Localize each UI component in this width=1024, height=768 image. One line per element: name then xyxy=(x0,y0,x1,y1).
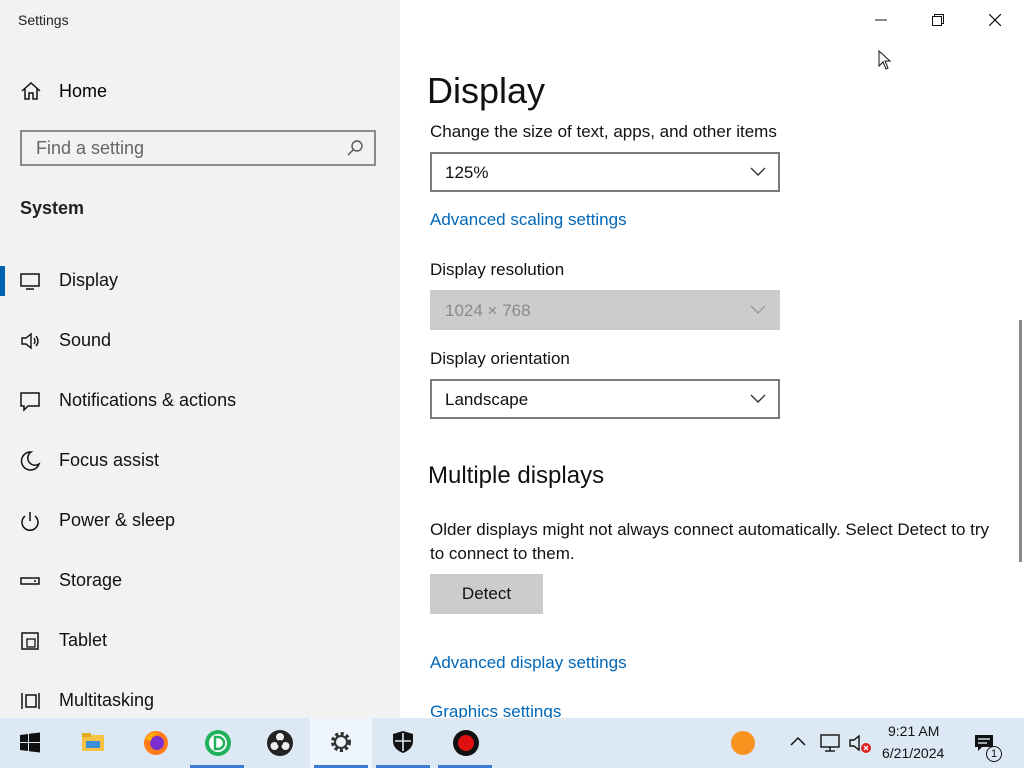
network-icon xyxy=(820,734,840,752)
sidebar-item-label: Focus assist xyxy=(59,450,160,470)
mouse-cursor-icon xyxy=(878,50,892,70)
sidebar-home[interactable]: Home xyxy=(0,70,400,114)
sidebar-item-notifications[interactable]: Notifications & actions xyxy=(0,376,400,426)
taskbar-recorder[interactable] xyxy=(434,718,496,768)
volume-muted-icon xyxy=(849,734,871,753)
active-indicator xyxy=(0,266,5,296)
window-title: Settings xyxy=(18,12,69,28)
chevron-down-icon xyxy=(750,305,766,314)
sidebar-item-label: Storage xyxy=(59,570,123,590)
obs-icon xyxy=(267,730,293,756)
search-box[interactable] xyxy=(20,130,376,166)
monitor-icon xyxy=(20,273,40,290)
orientation-value: Landscape xyxy=(445,390,529,409)
notification-count-badge: 1 xyxy=(986,746,1002,762)
multitasking-icon xyxy=(21,693,40,709)
minimize-icon xyxy=(875,19,887,21)
taskbar-firefox[interactable] xyxy=(124,718,186,768)
sidebar-item-focus-assist[interactable]: Focus assist xyxy=(0,436,400,486)
home-icon xyxy=(21,81,41,100)
advanced-scaling-link[interactable]: Advanced scaling settings xyxy=(430,210,627,230)
moon-icon xyxy=(20,451,41,471)
start-button[interactable] xyxy=(0,718,62,768)
storage-icon xyxy=(20,577,40,585)
tablet-icon xyxy=(21,632,39,650)
multiple-displays-description: Older displays might not always connect … xyxy=(430,520,990,563)
chevron-up-icon xyxy=(790,736,806,746)
resolution-dropdown[interactable]: 1024 × 768 xyxy=(430,290,780,330)
clock-date[interactable]: 6/21/2024 xyxy=(882,745,944,761)
scrollbar-thumb[interactable] xyxy=(1019,320,1022,562)
sidebar-item-label: Tablet xyxy=(59,630,108,650)
taskbar-file-explorer[interactable] xyxy=(62,718,124,768)
sidebar-item-tablet[interactable]: Tablet xyxy=(0,616,400,666)
power-icon xyxy=(21,512,39,531)
file-explorer-icon xyxy=(82,733,104,751)
scale-dropdown[interactable]: 125% xyxy=(430,152,780,192)
firefox-icon xyxy=(144,731,168,755)
record-icon xyxy=(453,730,479,756)
tray-network[interactable] xyxy=(814,718,844,768)
resolution-label: Display resolution xyxy=(430,260,565,279)
start-icon xyxy=(20,732,40,753)
orange-circle-icon xyxy=(731,731,755,755)
close-button[interactable] xyxy=(967,0,1023,40)
resolution-value: 1024 × 768 xyxy=(445,301,531,320)
taskbar-obs[interactable] xyxy=(248,718,310,768)
sidebar-item-display[interactable]: Display xyxy=(0,256,400,306)
sidebar-item-storage[interactable]: Storage xyxy=(0,556,400,606)
taskbar-settings[interactable] xyxy=(310,718,372,768)
section-label: System xyxy=(20,198,85,218)
scale-value: 125% xyxy=(445,163,489,182)
sidebar-item-label: Multitasking xyxy=(59,690,155,710)
sidebar-item-label: Power & sleep xyxy=(59,510,176,530)
close-icon xyxy=(989,14,1001,26)
sidebar-item-label: Sound xyxy=(59,330,112,350)
sidebar-home-label: Home xyxy=(59,81,108,101)
security-icon xyxy=(393,731,413,753)
tray-overflow-button[interactable] xyxy=(784,718,814,768)
scale-label: Change the size of text, apps, and other… xyxy=(430,122,777,141)
taskbar-security[interactable] xyxy=(372,718,434,768)
tray-orange-app[interactable] xyxy=(728,718,758,768)
minimize-button[interactable] xyxy=(853,0,909,40)
sidebar-item-label: Notifications & actions xyxy=(59,390,237,410)
chevron-down-icon xyxy=(750,394,766,403)
search-icon[interactable] xyxy=(346,139,364,157)
taskbar: 9:21 AM 6/21/2024 xyxy=(0,718,1024,768)
advanced-display-link[interactable]: Advanced display settings xyxy=(430,653,627,673)
orientation-dropdown[interactable]: Landscape xyxy=(430,379,780,419)
settings-icon xyxy=(331,732,351,752)
restore-icon xyxy=(932,14,944,26)
orientation-label: Display orientation xyxy=(430,349,570,368)
clock-time[interactable]: 9:21 AM xyxy=(888,723,939,739)
multiple-displays-heading: Multiple displays xyxy=(428,462,605,489)
sidebar: Settings Home System Display Sound xyxy=(0,0,400,718)
restore-button[interactable] xyxy=(910,0,966,40)
sidebar-item-label: Display xyxy=(59,270,119,290)
sidebar-item-power-sleep[interactable]: Power & sleep xyxy=(0,496,400,546)
speaker-icon xyxy=(21,332,39,350)
page-title: Display xyxy=(427,70,546,111)
tray-volume[interactable] xyxy=(843,718,873,768)
chevron-down-icon xyxy=(750,167,766,176)
app-d-icon xyxy=(205,730,231,756)
search-input[interactable] xyxy=(36,132,336,164)
taskbar-app-d[interactable] xyxy=(186,718,248,768)
notification-icon xyxy=(20,392,40,412)
sidebar-item-sound[interactable]: Sound xyxy=(0,316,400,366)
detect-button[interactable]: Detect xyxy=(430,574,543,614)
